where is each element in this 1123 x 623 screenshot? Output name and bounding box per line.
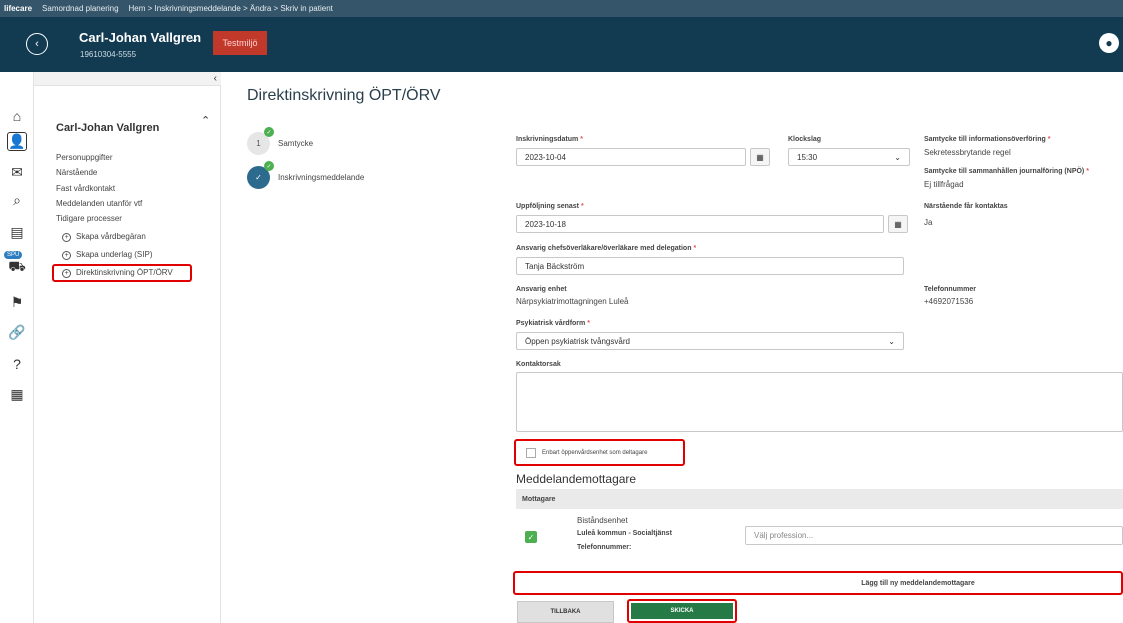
brand-logo: lifecare (4, 4, 33, 13)
chevron-left-icon[interactable]: ‹ (214, 73, 217, 84)
klockslag-select[interactable]: 15:30 ⌄ (788, 148, 910, 166)
recipient-name: Luleå kommun - Socialtjänst (577, 530, 672, 537)
patient-name[interactable]: Carl-Johan Vallgren (79, 30, 201, 45)
checkbox[interactable] (526, 447, 536, 458)
telefon-value: +4692071536 (924, 297, 974, 306)
calendar-icon[interactable]: ▦ (888, 215, 908, 233)
recipients-table-header: Mottagare (516, 489, 1123, 509)
telefon-label: Telefonnummer (924, 286, 976, 293)
home-icon[interactable]: ⌂ (0, 108, 34, 124)
step-label: Inskrivningsmeddelande (278, 173, 365, 182)
step-samtycke[interactable]: 1 ✓ Samtycke (247, 127, 314, 155)
sidebar-item-tidigare-processer[interactable]: Tidigare processer (56, 214, 122, 223)
samtycke-npo-label: Samtycke till sammanhållen journalföring… (924, 168, 1089, 175)
chevron-down-icon[interactable]: ⌄ (190, 32, 199, 45)
ansvarig-lakare-input[interactable]: Tanja Bäckström (516, 257, 904, 275)
chevron-down-icon: ⌄ (888, 336, 895, 346)
patient-header: ‹ Carl-Johan Vallgren ⌄ 19610304-5555 Te… (0, 17, 1123, 72)
calendar-icon[interactable]: ▦ (750, 148, 770, 166)
sidebar-item-personuppgifter[interactable]: Personuppgifter (56, 153, 112, 162)
plus-icon: + (62, 233, 71, 242)
back-circle-icon[interactable]: ‹ (26, 33, 48, 55)
sidebar-item-meddelanden[interactable]: Meddelanden utanför vtf (56, 199, 142, 208)
calendar-icon[interactable]: ▦ (0, 386, 34, 403)
klockslag-label: Klockslag (788, 136, 822, 143)
environment-badge: Testmiljö (213, 31, 267, 55)
sidebar-subitem-vardbegaran[interactable]: + Skapa vårdbegäran (62, 232, 146, 242)
sidepanel-patient-name: Carl-Johan Vallgren (56, 122, 160, 134)
vardform-select[interactable]: Öppen psykiatrisk tvångsvård ⌄ (516, 332, 904, 350)
patient-id: 19610304-5555 (80, 50, 137, 59)
user-profile-icon[interactable]: ● (1099, 33, 1119, 53)
inbox-icon[interactable]: ✉ (0, 164, 34, 181)
highlight-direktinskrivning (52, 264, 192, 282)
kontaktorsak-label: Kontaktorsak (516, 361, 561, 368)
search-icon[interactable]: ⌕ (0, 192, 34, 209)
chevron-down-icon: ⌄ (894, 152, 901, 162)
samtycke-info-label: Samtycke till informationsöverföring * (924, 136, 1051, 143)
vardform-label: Psykiatrisk vårdform * (516, 320, 590, 327)
add-recipient-button[interactable]: Lägg till ny meddelandemottagare (513, 571, 1123, 595)
back-button[interactable]: TILLBAKA (517, 601, 614, 623)
step-number: 1 ✓ (247, 127, 274, 155)
sidebar-item-narstaende[interactable]: Närstående (56, 168, 97, 177)
top-bar: lifecare Samordnad planering Hem > Inskr… (0, 0, 1123, 17)
narstaende-label: Närstående får kontaktas (924, 203, 1008, 210)
profession-select[interactable]: Välj profession... (745, 526, 1123, 545)
recipient-phone-label: Telefonnummer: (577, 544, 632, 551)
samtycke-info-value: Sekretessbrytande regel (924, 148, 1011, 157)
help-icon[interactable]: ? (0, 356, 34, 372)
link-icon[interactable]: 🔗 (0, 324, 34, 341)
narstaende-value: Ja (924, 218, 933, 227)
inskrivningsdatum-input[interactable]: 2023-10-04 (516, 148, 746, 166)
uppfoljning-label: Uppföljning senast * (516, 203, 584, 210)
plus-icon: + (62, 251, 71, 260)
org-icon[interactable]: ⚑ (0, 294, 34, 311)
app-name[interactable]: Samordnad planering (42, 4, 119, 13)
ansvarig-lakare-label: Ansvarig chefsöverläkare/överläkare med … (516, 245, 697, 252)
enbart-oppenvard-checkbox[interactable]: Enbart öppenvårdsenhet som deltagare (514, 439, 685, 466)
icon-sidebar: ⌂ 👤 ✉ ⌕ ▤ SPU ⛟ ⚑ 🔗 ? ▦ (0, 72, 34, 623)
uppfoljning-input[interactable]: 2023-10-18 (516, 215, 884, 233)
document-icon[interactable]: ▤ (0, 224, 34, 241)
collapse-strip[interactable]: ‹ (34, 72, 221, 86)
sidebar-subitem-sip[interactable]: + Skapa underlag (SIP) (62, 250, 153, 260)
check-icon: ✓ (264, 161, 274, 171)
page-title: Direktinskrivning ÖPT/ÖRV (247, 87, 441, 104)
check-icon: ✓ (264, 127, 274, 137)
step-label: Samtycke (278, 139, 314, 148)
patient-side-panel: ‹ Carl-Johan Vallgren ⌃ Personuppgifter … (34, 72, 221, 623)
chevron-up-icon[interactable]: ⌃ (201, 114, 210, 127)
kontaktorsak-textarea[interactable] (516, 372, 1123, 432)
checkbox-label: Enbart öppenvårdsenhet som deltagare (542, 449, 648, 456)
check-icon[interactable]: ✓ (525, 531, 537, 543)
breadcrumb[interactable]: Hem > Inskrivningsmeddelande > Ändra > S… (129, 4, 333, 13)
inskrivningsdatum-label: Inskrivningsdatum * (516, 136, 583, 143)
samtycke-npo-value: Ej tillfrågad (924, 180, 964, 189)
send-button[interactable]: SKICKA (631, 603, 733, 619)
person-icon[interactable]: 👤 (7, 132, 27, 151)
recipients-title: Meddelandemottagare (516, 472, 637, 486)
send-button-highlight: SKICKA (627, 599, 737, 623)
sidebar-item-fast-vardkontakt[interactable]: Fast vårdkontakt (56, 184, 115, 193)
recipient-type: Biståndsenhet (577, 516, 628, 525)
cart-icon[interactable]: ⛟ (0, 258, 34, 277)
ansvarig-enhet-value: Närpsykiatrimottagningen Luleå (516, 297, 629, 306)
step-number: ✓ ✓ (247, 161, 274, 189)
ansvarig-enhet-label: Ansvarig enhet (516, 286, 567, 293)
step-inskrivningsmeddelande[interactable]: ✓ ✓ Inskrivningsmeddelande (247, 161, 365, 189)
